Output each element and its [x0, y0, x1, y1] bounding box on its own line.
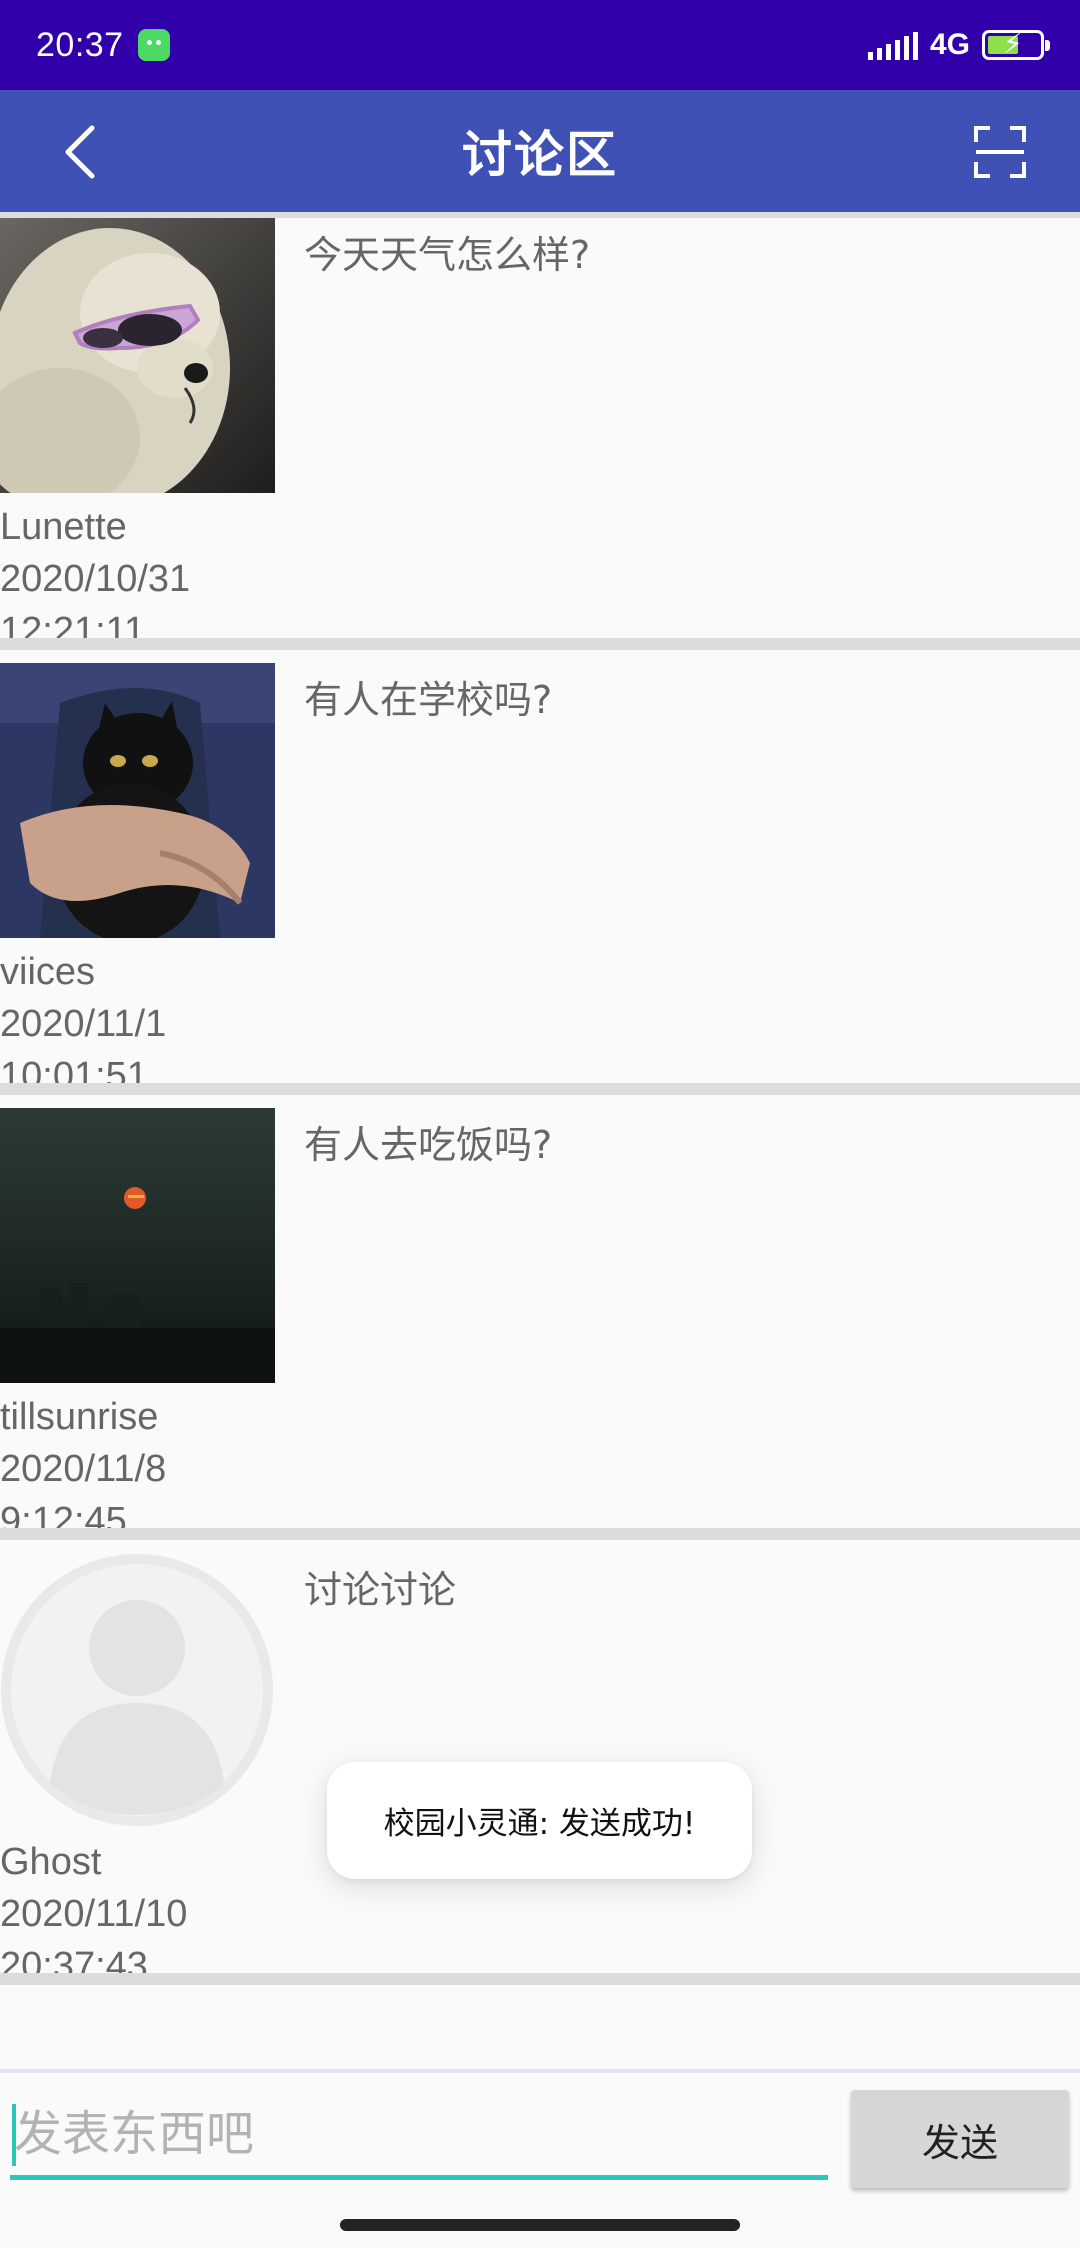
default-user-icon — [1, 1554, 273, 1826]
post-date: 2020/11/8 — [0, 1448, 167, 1490]
divider — [0, 638, 1080, 650]
battery-charging-icon: ⚡ — [982, 29, 1050, 60]
post-content: 有人去吃饭吗? — [304, 1123, 553, 1167]
post-content: 有人在学校吗? — [304, 678, 553, 722]
black-cat-photo — [0, 663, 275, 938]
send-button[interactable]: 发送 — [851, 2090, 1069, 2188]
status-time: 20:37 — [36, 25, 124, 64]
divider — [0, 1973, 1080, 1985]
list-item[interactable]: 今天天气怎么样? Lunette 2020/10/31 12:21:11 — [0, 218, 1080, 652]
text-cursor — [12, 2104, 16, 2166]
page-title: 讨论区 — [462, 126, 618, 184]
avatar — [0, 1108, 275, 1383]
post-author: Lunette — [0, 506, 127, 548]
signal-icon — [867, 30, 918, 60]
app-bar: 讨论区 — [0, 90, 1080, 212]
back-arrow-icon — [65, 125, 95, 179]
avatar — [0, 218, 275, 493]
post-input[interactable] — [10, 2094, 828, 2174]
post-date: 2020/11/10 — [0, 1893, 188, 1935]
post-author: tillsunrise — [0, 1396, 159, 1438]
divider — [0, 1083, 1080, 1095]
network-label: 4G — [929, 28, 970, 61]
post-content: 讨论讨论 — [304, 1568, 457, 1612]
sunset-photo — [0, 1108, 275, 1383]
post-input-wrapper — [10, 2094, 828, 2180]
post-date: 2020/10/31 — [0, 558, 191, 600]
post-author: Ghost — [0, 1841, 102, 1883]
scan-button[interactable] — [960, 112, 1040, 192]
cat-icon — [137, 29, 170, 61]
post-content: 今天天气怎么样? — [304, 233, 591, 277]
home-indicator[interactable] — [340, 2219, 740, 2231]
divider — [0, 2069, 1080, 2073]
divider — [0, 1528, 1080, 1540]
dog-with-sunglasses-photo — [0, 218, 275, 493]
input-underline — [10, 2175, 828, 2180]
scan-icon — [974, 126, 1026, 178]
status-bar: 20:37 4G ⚡ — [0, 0, 1080, 90]
toast-message: 校园小灵通: 发送成功! — [327, 1762, 752, 1879]
post-date: 2020/11/1 — [0, 1003, 167, 1045]
avatar — [0, 663, 275, 938]
avatar — [0, 1553, 275, 1828]
post-author: viices — [0, 951, 96, 993]
list-item[interactable]: 有人去吃饭吗? tillsunrise 2020/11/8 9:12:45 — [0, 1108, 1080, 1542]
list-item[interactable]: 有人在学校吗? viices 2020/11/1 10:01:51 — [0, 663, 1080, 1097]
status-indicators: 4G ⚡ — [867, 28, 1050, 62]
back-button[interactable] — [40, 112, 120, 192]
